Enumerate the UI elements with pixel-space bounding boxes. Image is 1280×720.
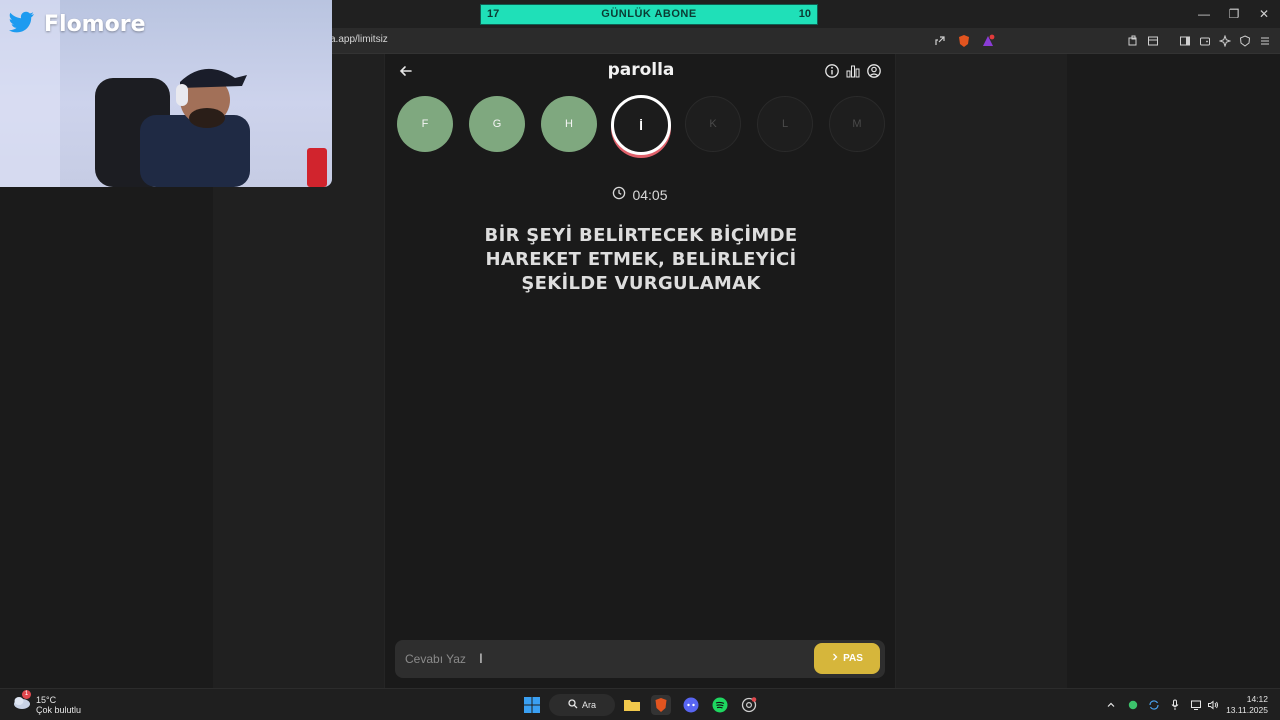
weather-widget[interactable]: 1 15°C Çok bulutlu [12, 690, 82, 715]
display-icon[interactable] [1189, 698, 1203, 712]
text-cursor-icon: I [479, 650, 483, 666]
windows-taskbar: 1 15°C Çok bulutlu Ara 14:12 13.11.2025 [0, 688, 1280, 720]
microphone-icon[interactable] [1168, 698, 1182, 712]
windows-start-icon[interactable] [522, 695, 542, 715]
wallet-icon[interactable] [1196, 32, 1214, 50]
timer-value: 04:05 [632, 186, 668, 203]
extensions-icon[interactable] [1124, 32, 1142, 50]
clock-time: 14:12 [1246, 694, 1268, 704]
right-background [1067, 54, 1280, 688]
url-text[interactable]: a.app/limitsiz [330, 34, 388, 45]
taskbar-search[interactable]: Ara [549, 694, 615, 716]
timer: 04:05 [385, 186, 895, 203]
spotify-icon[interactable] [710, 695, 730, 715]
channel-brand: Flomore [8, 10, 146, 39]
discord-icon[interactable] [681, 695, 701, 715]
channel-name: Flomore [44, 12, 146, 37]
brave-shield-icon[interactable] [955, 32, 973, 50]
letter-i-active[interactable]: İ [611, 95, 671, 155]
brave-rewards-icon[interactable] [979, 32, 997, 50]
answer-input[interactable] [405, 649, 785, 669]
leo-icon[interactable] [1216, 32, 1234, 50]
weather-badge: 1 [22, 690, 31, 699]
answer-bar: I PAS [395, 640, 885, 678]
letter-track: F G H İ K L M [385, 95, 897, 160]
pass-label: PAS [843, 653, 863, 664]
file-explorer-icon[interactable] [622, 695, 642, 715]
letter-label: İ [639, 117, 643, 133]
goal-target: 10 [798, 8, 811, 20]
app-title: parolla [607, 60, 675, 80]
vpn-icon[interactable] [1236, 32, 1254, 50]
parolla-app: parolla F G H İ K L M 04:05 BİR ŞEYİ BEL… [384, 54, 896, 688]
letter-label: K [709, 118, 717, 130]
weather-description: Çok bulutlu [36, 704, 82, 715]
restore-icon[interactable]: ❐ [1220, 5, 1248, 23]
search-icon [568, 699, 578, 711]
sidebar-icon[interactable] [1176, 32, 1194, 50]
user-icon[interactable] [866, 63, 882, 79]
cloud-icon: 1 [12, 690, 32, 715]
letter-label: L [781, 118, 789, 130]
letter-label: H [565, 118, 573, 130]
temperature: 15°C [36, 694, 57, 705]
tab-icon[interactable] [1144, 32, 1162, 50]
status-dot-icon[interactable] [1126, 698, 1140, 712]
subscriber-goal-bar: GÜNLÜK ABONE 17 10 [480, 4, 818, 25]
question-text: BİR ŞEYİ BELİRTECEK BİÇİMDE HAREKET ETME… [484, 225, 798, 294]
right-gutter [896, 54, 1067, 688]
sync-icon[interactable] [1147, 698, 1161, 712]
letter-h[interactable]: H [541, 96, 597, 152]
volume-icon[interactable] [1206, 698, 1220, 712]
twitter-bird-icon [8, 10, 36, 39]
menu-icon[interactable] [1256, 32, 1274, 50]
pass-button[interactable]: PAS [814, 643, 880, 674]
close-icon[interactable]: ✕ [1250, 5, 1278, 23]
chevron-up-icon[interactable] [1104, 698, 1118, 712]
letter-label: F [421, 118, 429, 130]
chevron-right-icon [831, 653, 839, 664]
minimize-icon[interactable]: — [1190, 5, 1218, 23]
goal-current: 17 [487, 8, 500, 20]
letter-label: M [852, 118, 862, 130]
share-icon[interactable] [931, 32, 949, 50]
clock-icon [612, 186, 626, 203]
clock-date: 13.11.2025 [1226, 705, 1268, 715]
webcam-overlay: Flomore [0, 0, 332, 187]
brave-browser-icon[interactable] [651, 695, 671, 715]
letter-f[interactable]: F [397, 96, 453, 152]
chrome-like-icon[interactable] [739, 695, 759, 715]
letter-l[interactable]: L [757, 96, 813, 152]
letter-g[interactable]: G [469, 96, 525, 152]
letter-label: G [492, 118, 502, 130]
app-header: parolla [385, 54, 897, 88]
letter-m[interactable]: M [829, 96, 885, 152]
system-clock[interactable]: 14:12 13.11.2025 [1226, 694, 1268, 716]
stats-icon[interactable] [845, 63, 861, 79]
search-label: Ara [581, 700, 596, 710]
goal-label: GÜNLÜK ABONE [601, 8, 697, 20]
info-icon[interactable] [824, 63, 840, 79]
left-background [0, 187, 213, 688]
letter-k[interactable]: K [685, 96, 741, 152]
